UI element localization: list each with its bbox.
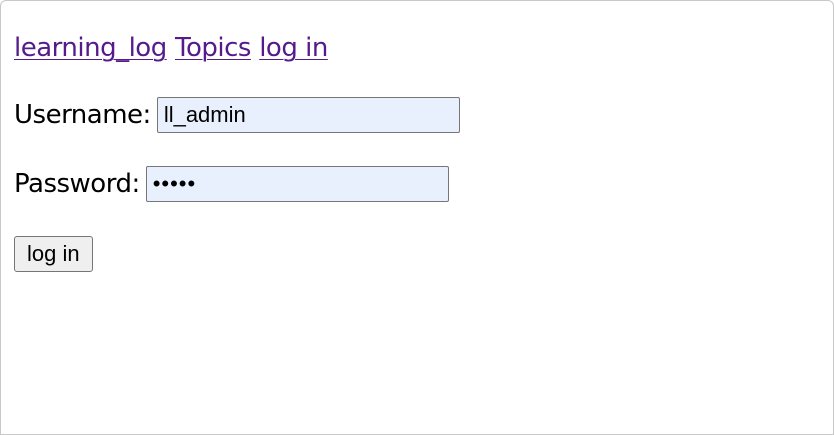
- top-nav: learning_log Topics log in: [14, 29, 328, 67]
- username-label: Username:: [14, 100, 151, 130]
- login-link[interactable]: log in: [259, 33, 328, 63]
- password-label: Password:: [14, 169, 140, 199]
- username-row: Username:: [14, 97, 460, 133]
- password-row: Password:: [14, 166, 449, 202]
- password-input[interactable]: [145, 166, 449, 202]
- username-input[interactable]: [156, 97, 460, 133]
- home-link[interactable]: learning_log: [14, 33, 167, 63]
- browser-viewport: learning_log Topics log in Username: Pas…: [0, 0, 834, 435]
- login-button[interactable]: log in: [14, 236, 93, 272]
- topics-link[interactable]: Topics: [175, 33, 251, 63]
